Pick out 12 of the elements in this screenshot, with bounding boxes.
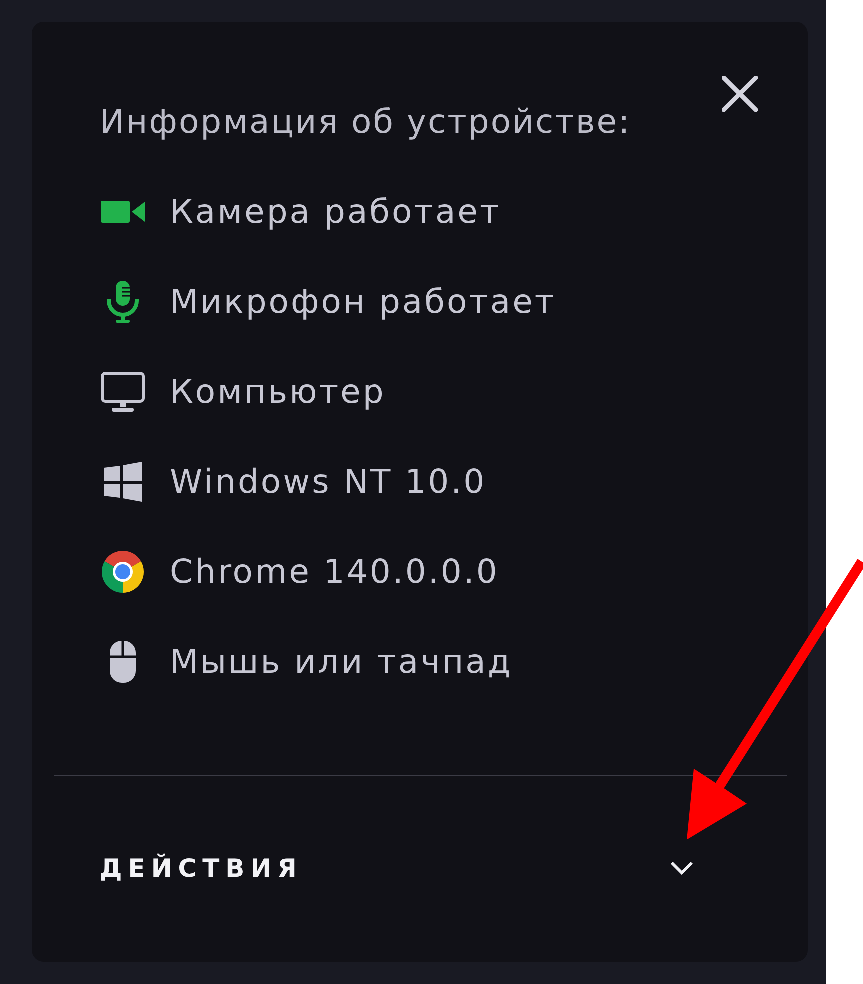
device-info-text: Компьютер bbox=[170, 372, 386, 412]
device-info-text: Мышь или тачпад bbox=[170, 642, 513, 682]
panel-title: Информация об устройстве: bbox=[100, 102, 632, 142]
device-info-text: Микрофон работает bbox=[170, 282, 556, 322]
chrome-logo-icon bbox=[100, 550, 146, 594]
monitor-icon bbox=[100, 370, 146, 414]
device-info-text: Chrome 140.0.0.0 bbox=[170, 552, 500, 592]
device-info-text: Камера работает bbox=[170, 192, 502, 232]
close-icon bbox=[722, 76, 758, 112]
close-button[interactable] bbox=[720, 74, 760, 114]
actions-accordion-header[interactable]: ДЕЙСТВИЯ bbox=[54, 846, 787, 890]
device-info-text: Windows NT 10.0 bbox=[170, 462, 487, 502]
